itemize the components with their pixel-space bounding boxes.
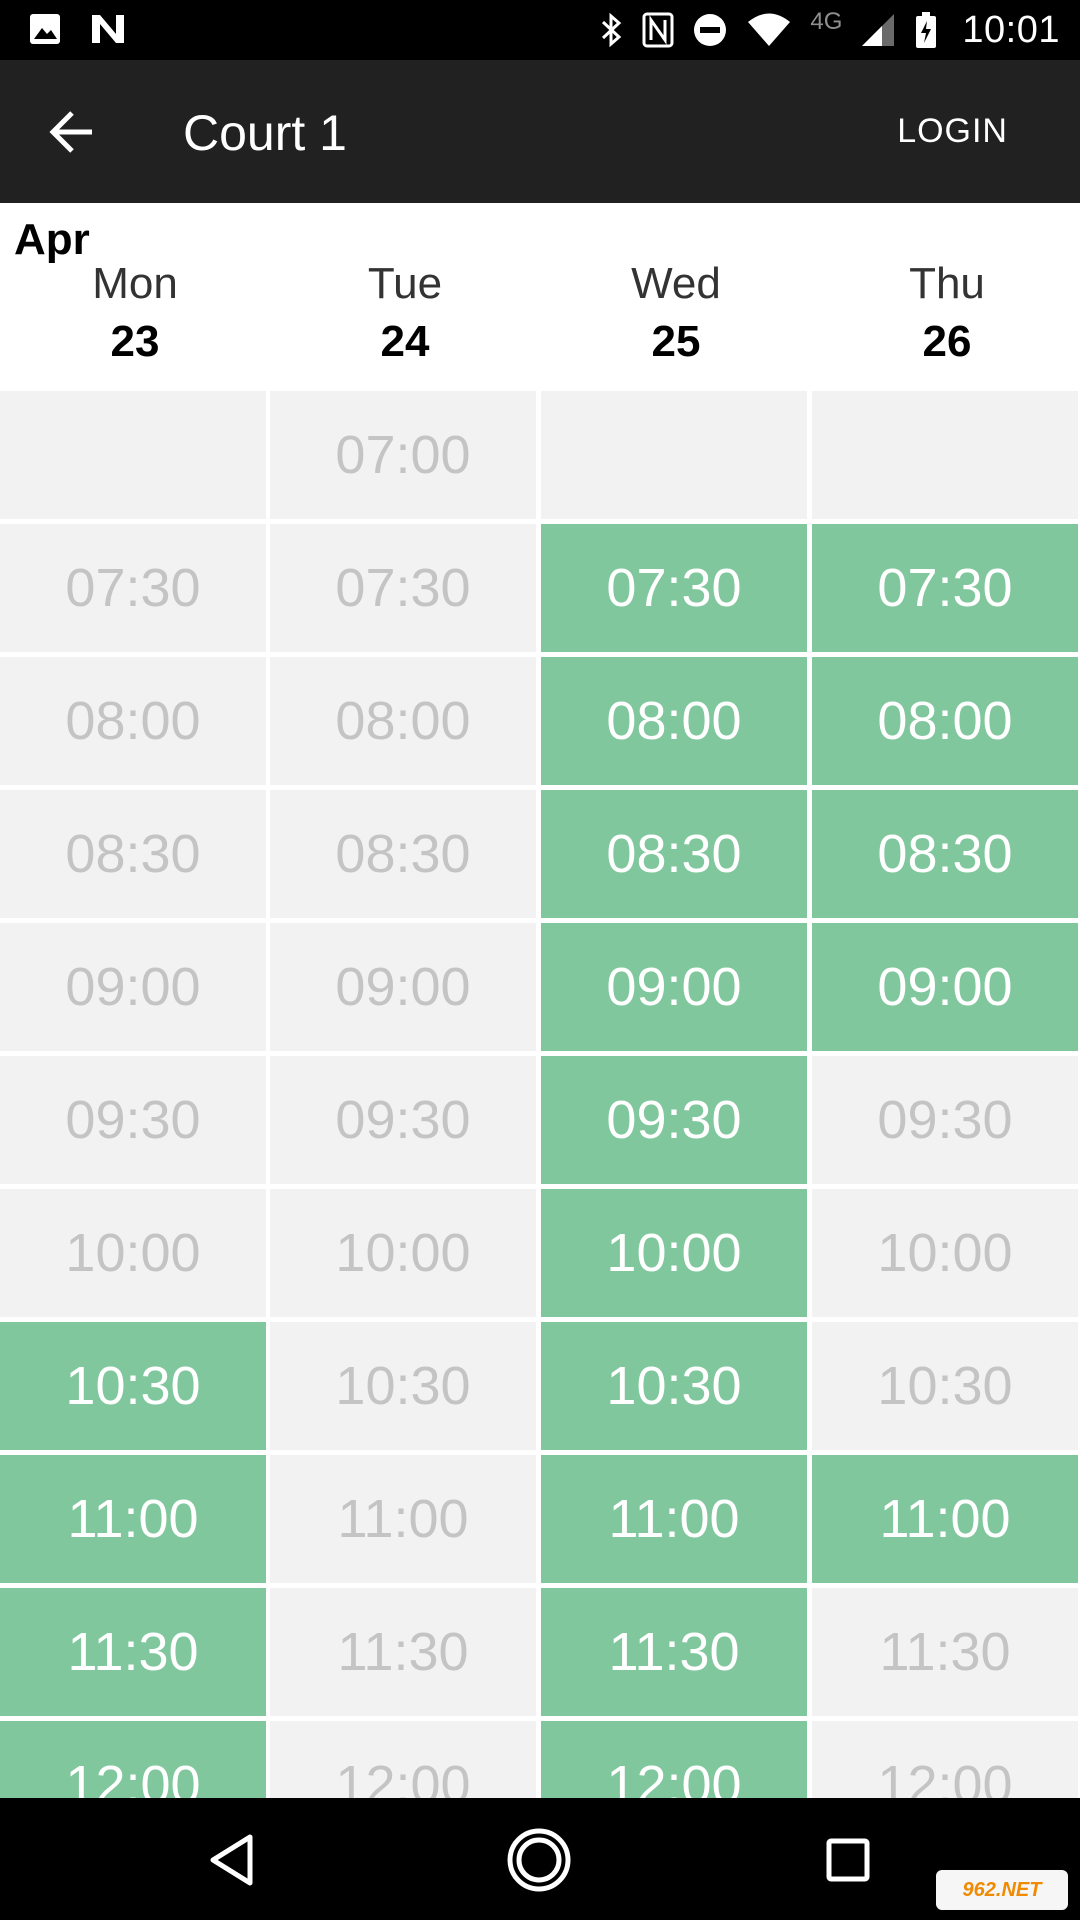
login-button[interactable]: LOGIN	[897, 112, 1008, 151]
network-type: 4G	[810, 8, 843, 35]
available-time-slot[interactable]: 07:30	[541, 524, 807, 652]
watermark-logo: 962.NET	[936, 1870, 1068, 1910]
unavailable-time-slot[interactable]: 09:30	[0, 1056, 266, 1184]
month-label: Apr	[14, 215, 90, 264]
unavailable-time-slot[interactable]: 09:00	[0, 923, 266, 1051]
app-bar: Court 1 LOGIN	[0, 60, 1080, 203]
available-time-slot[interactable]: 09:00	[541, 923, 807, 1051]
available-time-slot[interactable]: 11:30	[0, 1588, 266, 1716]
unavailable-time-slot[interactable]: 11:30	[812, 1588, 1078, 1716]
day-number: 25	[651, 317, 701, 366]
available-time-slot[interactable]: 08:30	[541, 790, 807, 918]
arrow-back-icon	[49, 111, 92, 153]
unavailable-time-slot[interactable]: 11:00	[270, 1455, 536, 1583]
available-time-slot[interactable]: 09:30	[541, 1056, 807, 1184]
available-time-slot[interactable]: 08:00	[541, 657, 807, 785]
day-header-wed: Wed 25	[541, 259, 811, 375]
available-time-slot[interactable]: 10:30	[0, 1322, 266, 1450]
available-time-slot[interactable]: 11:00	[812, 1455, 1078, 1583]
day-name: Wed	[631, 259, 721, 308]
unavailable-time-slot[interactable]: 10:00	[0, 1189, 266, 1317]
unavailable-time-slot[interactable]: 08:00	[270, 657, 536, 785]
available-time-slot[interactable]: 07:30	[812, 524, 1078, 652]
bluetooth-icon	[602, 12, 622, 48]
unavailable-time-slot[interactable]: 09:30	[812, 1056, 1078, 1184]
unavailable-time-slot[interactable]: 12:00	[270, 1721, 536, 1798]
status-bar: 4G 10:01	[0, 0, 1080, 60]
n-icon	[92, 15, 124, 43]
wifi-icon	[748, 13, 791, 46]
available-time-slot[interactable]: 11:00	[0, 1455, 266, 1583]
signal-icon	[862, 14, 895, 46]
nfc-icon	[642, 12, 674, 48]
nav-recents-icon	[826, 1838, 870, 1882]
unavailable-time-slot[interactable]: 10:30	[812, 1322, 1078, 1450]
empty-slot	[812, 391, 1078, 519]
day-name: Tue	[367, 259, 443, 308]
unavailable-time-slot[interactable]: 08:00	[0, 657, 266, 785]
day-header-mon: Mon 23	[0, 259, 270, 375]
nav-back-button[interactable]	[196, 1824, 268, 1896]
available-time-slot[interactable]: 11:30	[541, 1588, 807, 1716]
unavailable-time-slot[interactable]: 11:30	[270, 1588, 536, 1716]
unavailable-time-slot[interactable]: 09:30	[270, 1056, 536, 1184]
day-name: Mon	[92, 259, 178, 308]
unavailable-time-slot[interactable]: 08:30	[0, 790, 266, 918]
image-icon	[30, 14, 60, 44]
date-header: Apr Mon 23 Tue 24 Wed 25 Thu 26	[0, 203, 1080, 391]
day-number: 24	[380, 317, 430, 366]
nav-home-icon	[507, 1828, 571, 1892]
unavailable-time-slot[interactable]: 09:00	[270, 923, 536, 1051]
nav-home-button[interactable]	[503, 1824, 575, 1896]
page-title: Court 1	[183, 105, 347, 161]
available-time-slot[interactable]: 12:00	[0, 1721, 266, 1798]
day-name: Thu	[909, 259, 985, 308]
battery-icon	[916, 12, 937, 48]
nav-back-icon	[210, 1834, 253, 1886]
day-header-thu: Thu 26	[812, 259, 1080, 375]
unavailable-time-slot[interactable]: 10:30	[270, 1322, 536, 1450]
back-button[interactable]	[36, 96, 108, 168]
empty-slot	[541, 391, 807, 519]
dnd-icon	[694, 14, 727, 46]
unavailable-time-slot[interactable]: 10:00	[812, 1189, 1078, 1317]
day-number: 23	[110, 317, 160, 366]
day-number: 26	[922, 317, 972, 366]
unavailable-time-slot[interactable]: 07:30	[270, 524, 536, 652]
available-time-slot[interactable]: 12:00	[541, 1721, 807, 1798]
empty-slot	[0, 391, 266, 519]
unavailable-time-slot[interactable]: 08:30	[270, 790, 536, 918]
nav-recents-button[interactable]	[812, 1824, 884, 1896]
available-time-slot[interactable]: 08:30	[812, 790, 1078, 918]
day-header-tue: Tue 24	[270, 259, 540, 375]
unavailable-time-slot[interactable]: 07:30	[0, 524, 266, 652]
unavailable-time-slot[interactable]: 10:00	[270, 1189, 536, 1317]
clock: 10:01	[962, 8, 1060, 51]
unavailable-time-slot[interactable]: 12:00	[812, 1721, 1078, 1798]
available-time-slot[interactable]: 08:00	[812, 657, 1078, 785]
unavailable-time-slot[interactable]: 07:00	[270, 391, 536, 519]
available-time-slot[interactable]: 10:30	[541, 1322, 807, 1450]
time-slot-grid: 07:00 07:30 07:30 07:30 07:30 08:00 08:00 08:00…	[0, 391, 1080, 1798]
available-time-slot[interactable]: 10:00	[541, 1189, 807, 1317]
navigation-bar: 962.NET	[0, 1798, 1080, 1920]
available-time-slot[interactable]: 11:00	[541, 1455, 807, 1583]
available-time-slot[interactable]: 09:00	[812, 923, 1078, 1051]
